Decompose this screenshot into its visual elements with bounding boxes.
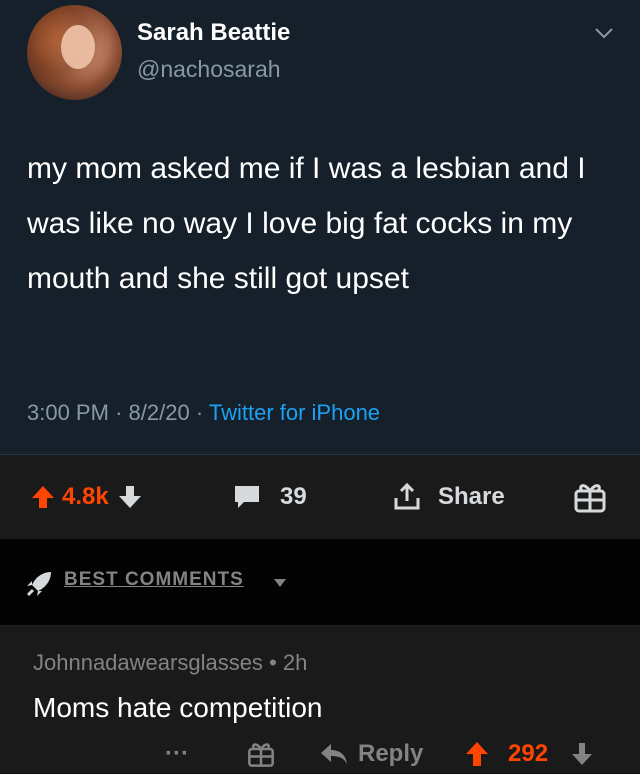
vote-group: 4.8k bbox=[30, 455, 143, 539]
post-score: 4.8k bbox=[62, 483, 109, 510]
comment: Johnnadawearsglasses • 2h Moms hate comp… bbox=[0, 626, 640, 773]
upvote-arrow-icon[interactable] bbox=[464, 740, 490, 768]
upvote-arrow-icon[interactable] bbox=[30, 484, 56, 510]
more-button[interactable]: ··· bbox=[165, 734, 189, 774]
tweet-time: 3:00 PM bbox=[27, 400, 109, 425]
reply-arrow-icon bbox=[321, 744, 347, 764]
meta-separator: · bbox=[115, 400, 123, 425]
gift-icon bbox=[574, 484, 606, 513]
comment-meta: Johnnadawearsglasses • 2h bbox=[33, 650, 307, 676]
post-action-bar: 4.8k 39 Share bbox=[0, 455, 640, 539]
caret-down-icon[interactable] bbox=[272, 577, 288, 589]
share-button[interactable]: Share bbox=[392, 455, 505, 539]
more-icon: ··· bbox=[165, 740, 189, 767]
tweet-author-handle[interactable]: @nachosarah bbox=[137, 56, 281, 83]
downvote-arrow-icon[interactable] bbox=[117, 484, 143, 510]
comment-bubble-icon bbox=[235, 486, 259, 508]
downvote-arrow-icon[interactable] bbox=[570, 741, 594, 767]
share-label: Share bbox=[438, 483, 505, 510]
comment-author[interactable]: Johnnadawearsglasses bbox=[33, 650, 263, 675]
comment-body: Moms hate competition bbox=[33, 692, 323, 723]
tweet-author-name[interactable]: Sarah Beattie bbox=[137, 19, 290, 47]
comment-vote-group: 292 bbox=[464, 734, 594, 774]
reply-label: Reply bbox=[358, 740, 424, 767]
comment-actions: ··· Reply 292 bbox=[0, 734, 640, 774]
chevron-down-icon[interactable] bbox=[594, 26, 614, 40]
comment-age: 2h bbox=[282, 650, 308, 675]
comments-button[interactable]: 39 bbox=[232, 455, 307, 539]
comment-score: 292 bbox=[508, 740, 549, 767]
meta-separator: · bbox=[195, 400, 204, 425]
comment-count: 39 bbox=[280, 483, 307, 510]
award-button[interactable] bbox=[246, 734, 276, 774]
gift-icon bbox=[248, 743, 274, 767]
sort-label[interactable]: BEST COMMENTS bbox=[64, 569, 244, 591]
rocket-icon bbox=[26, 572, 51, 597]
share-icon bbox=[394, 482, 420, 510]
avatar[interactable] bbox=[27, 5, 122, 100]
tweet-date: 8/2/20 bbox=[128, 400, 190, 425]
embedded-tweet: Sarah Beattie @nachosarah my mom asked m… bbox=[0, 0, 640, 455]
reply-button[interactable]: Reply bbox=[318, 734, 423, 774]
award-button[interactable] bbox=[572, 455, 608, 539]
tweet-meta: 3:00 PM · 8/2/20 · Twitter for iPhone bbox=[27, 400, 380, 426]
comment-sort-bar[interactable]: BEST COMMENTS bbox=[0, 539, 640, 626]
meta-bullet: • bbox=[269, 650, 277, 675]
tweet-text: my mom asked me if I was a lesbian and I… bbox=[27, 152, 586, 295]
tweet-source[interactable]: Twitter for iPhone bbox=[209, 400, 380, 425]
